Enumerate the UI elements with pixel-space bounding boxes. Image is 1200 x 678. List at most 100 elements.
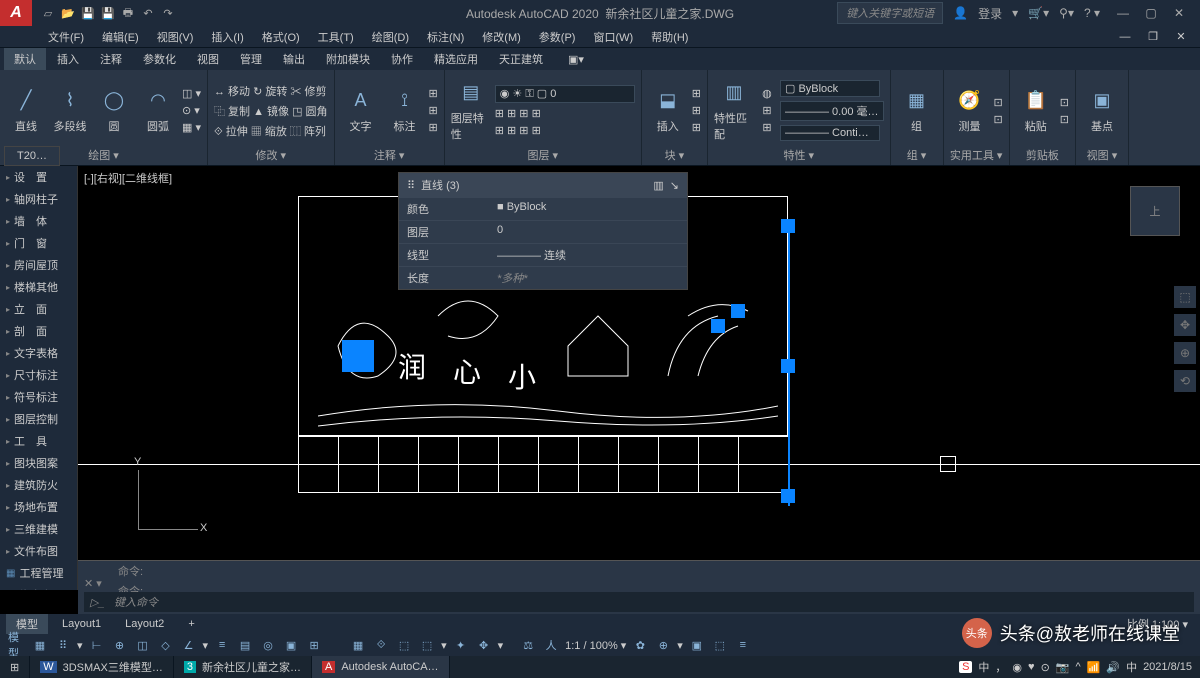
login-button[interactable]: 登录 [978, 5, 1002, 22]
nav-zoom-icon[interactable]: ⊕ [1174, 342, 1196, 364]
menu-window[interactable]: 窗口(W) [585, 27, 641, 47]
file-tab[interactable]: T20… [4, 146, 60, 166]
sb-dyn-icon[interactable]: ⊞ [305, 637, 323, 653]
qp-handle-icon[interactable]: ⠿ [407, 179, 415, 192]
menu-tools[interactable]: 工具(T) [310, 27, 362, 47]
help-icon[interactable]: ? ▾ [1084, 6, 1100, 20]
tp-project[interactable]: 工程管理 [0, 562, 77, 584]
tab-default[interactable]: 默认 [4, 48, 46, 70]
nav-full-icon[interactable]: ⬚ [1174, 286, 1196, 308]
menu-insert[interactable]: 插入(I) [203, 27, 251, 47]
quick-properties-panel[interactable]: ⠿ 直线 (3) ▥ ↘ 颜色■ ByBlock 图层0 线型———— 连续 长… [398, 172, 688, 290]
polyline-button[interactable]: ⌇多段线 [50, 88, 90, 134]
tab-tangent[interactable]: 天正建筑 [489, 48, 553, 70]
doc-restore[interactable]: ❐ [1140, 28, 1166, 46]
modify-row1[interactable]: ↔ 移动 ↻ 旋转 ✂ 修剪 [214, 83, 328, 99]
qat-new-icon[interactable]: ▱ [40, 5, 56, 21]
tp-blkpat[interactable]: 图块图案 [0, 452, 77, 474]
nav-pan-icon[interactable]: ✥ [1174, 314, 1196, 336]
sb-osnap-icon[interactable]: ◇ [157, 637, 175, 653]
menu-view[interactable]: 视图(V) [149, 27, 202, 47]
qat-open-icon[interactable]: 📂 [60, 5, 76, 21]
tp-3d[interactable]: 三维建模 [0, 518, 77, 540]
signin-icon[interactable]: 👤 [953, 6, 968, 20]
sb-3dosnap-icon[interactable]: ▣ [282, 637, 300, 653]
tp-text[interactable]: 文字表格 [0, 342, 77, 364]
tab-layout2[interactable]: Layout2 [115, 616, 174, 632]
tab-param[interactable]: 参数化 [133, 48, 186, 70]
menu-dim[interactable]: 标注(N) [419, 27, 472, 47]
qat-saveas-icon[interactable]: 💾 [100, 5, 116, 21]
tp-site[interactable]: 场地布置 [0, 496, 77, 518]
qp-ltype[interactable]: ———— 连续 [497, 247, 679, 263]
qat-undo-icon[interactable]: ↶ [140, 5, 156, 21]
doc-close[interactable]: ✕ [1168, 28, 1194, 46]
sb-cycle-icon[interactable]: ◎ [259, 637, 277, 653]
measure-button[interactable]: 🧭测量 [950, 88, 990, 134]
ribbon-expand-icon[interactable]: ▣▾ [558, 50, 594, 69]
sb-trans-icon[interactable]: ▤ [236, 637, 254, 653]
qp-options-icon[interactable]: ▥ [653, 179, 663, 192]
menu-file[interactable]: 文件(F) [40, 27, 92, 47]
doc-minimize[interactable]: — [1112, 28, 1138, 46]
sb-annoscale[interactable]: 1:1 / 100% ▾ [565, 639, 626, 652]
sb-snap-icon[interactable]: ⠿ [54, 637, 72, 653]
modify-row2[interactable]: ⿻ 复制 ▲ 镜像 ◳ 圆角 [214, 103, 328, 119]
linetype-combo[interactable]: ———— Conti… [780, 125, 880, 141]
tab-annotate[interactable]: 注释 [90, 48, 132, 70]
qat-plot-icon[interactable]: 🖶 [120, 5, 136, 21]
grip[interactable] [781, 359, 795, 373]
tp-bindref[interactable]: 绑定参照 [0, 584, 77, 590]
sb-ortho-icon[interactable]: ⊢ [88, 637, 106, 653]
group-button[interactable]: ▦组 [897, 88, 937, 134]
app-logo[interactable]: A [0, 0, 32, 26]
close-button[interactable]: ✕ [1166, 4, 1192, 22]
insert-button[interactable]: ⬓插入 [648, 88, 688, 134]
tp-symbol[interactable]: 符号标注 [0, 386, 77, 408]
paste-button[interactable]: 📋粘贴 [1016, 88, 1056, 134]
sb-polar-icon[interactable]: ⊕ [111, 637, 129, 653]
layer-combo[interactable]: ◉ ☀ ⚿ ▢ 0 [495, 85, 635, 103]
grip[interactable] [781, 489, 795, 503]
tab-output[interactable]: 输出 [273, 48, 315, 70]
tab-add[interactable]: + [178, 616, 204, 632]
tray-up-icon[interactable]: ^ [1075, 661, 1080, 673]
sb-otrack-icon[interactable]: ∠ [180, 637, 198, 653]
grip[interactable] [731, 304, 745, 318]
menu-param[interactable]: 参数(P) [531, 27, 584, 47]
grip[interactable] [711, 319, 725, 333]
menu-draw[interactable]: 绘图(D) [364, 27, 417, 47]
tp-stair[interactable]: 楼梯其他 [0, 276, 77, 298]
cart-icon[interactable]: 🛒▾ [1028, 6, 1049, 20]
tray-ime-cn[interactable]: 中 [978, 659, 989, 675]
text-button[interactable]: A文字 [341, 88, 381, 134]
viewport-label[interactable]: [-][右视][二维线框] [84, 170, 172, 186]
tab-collab[interactable]: 协作 [381, 48, 423, 70]
qat-redo-icon[interactable]: ↷ [160, 5, 176, 21]
line-button[interactable]: ╱直线 [6, 88, 46, 134]
grip[interactable] [342, 340, 374, 372]
start-button[interactable]: ⊞ [0, 656, 30, 678]
tray-ime[interactable]: S [959, 661, 972, 673]
tab-layout1[interactable]: Layout1 [52, 616, 111, 632]
tp-tools[interactable]: 工 具 [0, 430, 77, 452]
hover-grip[interactable] [940, 456, 956, 472]
lineweight-combo[interactable]: ———— 0.00 毫… [780, 101, 884, 121]
search-input[interactable]: 键入关键字或短语 [837, 2, 943, 24]
tp-settings[interactable]: 设 置 [0, 166, 77, 188]
tp-door[interactable]: 门 窗 [0, 232, 77, 254]
minimize-button[interactable]: — [1110, 4, 1136, 22]
grip[interactable] [781, 219, 795, 233]
tab-view[interactable]: 视图 [187, 48, 229, 70]
share-icon[interactable]: ⚲▾ [1059, 6, 1074, 20]
task-3ds[interactable]: 3新余社区儿童之家… [174, 656, 312, 678]
sb-qp-icon[interactable]: ▦ [349, 637, 367, 653]
tp-layout[interactable]: 文件布图 [0, 540, 77, 562]
color-wheel-icon[interactable]: ◍ [762, 87, 772, 100]
tab-addins[interactable]: 附加模块 [316, 48, 380, 70]
task-word[interactable]: W3DSMAX三维模型… [30, 656, 174, 678]
tab-insert[interactable]: 插入 [47, 48, 89, 70]
maximize-button[interactable]: ▢ [1138, 4, 1164, 22]
arc-button[interactable]: ◠圆弧 [138, 88, 178, 134]
menu-format[interactable]: 格式(O) [254, 27, 308, 47]
